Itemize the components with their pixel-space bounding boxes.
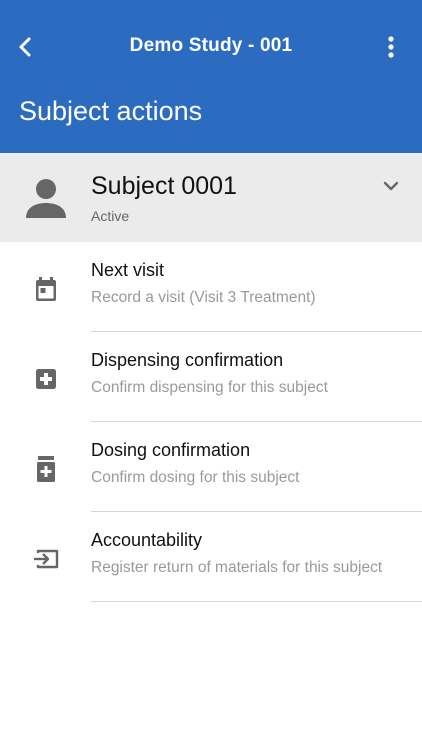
subject-card[interactable]: Subject 0001 Active [0, 153, 422, 242]
chevron-down-icon[interactable] [380, 175, 402, 197]
more-options-button[interactable] [376, 31, 406, 63]
action-accountability[interactable]: Accountability Register return of materi… [0, 512, 422, 602]
input-return-icon [32, 545, 60, 573]
action-title: Dispensing confirmation [91, 350, 284, 370]
toolbar-title: Demo Study - 001 [129, 35, 293, 56]
action-next-visit[interactable]: Next visit Record a visit (Visit 3 Treat… [0, 242, 422, 332]
app-bar: Demo Study - 001 Subject actions [0, 0, 422, 153]
action-title: Next visit [91, 260, 165, 280]
action-list: Next visit Record a visit (Visit 3 Treat… [0, 242, 422, 602]
more-vert-icon [388, 36, 394, 58]
medication-bottle-icon [32, 455, 60, 483]
action-subtitle: Register return of materials for this su… [91, 559, 383, 576]
action-subtitle: Record a visit (Visit 3 Treatment) [91, 289, 316, 306]
page-title: Subject actions [19, 96, 203, 126]
person-icon [26, 179, 66, 218]
action-dosing-confirmation[interactable]: Dosing confirmation Confirm dosing for t… [0, 422, 422, 512]
medical-plus-icon [32, 365, 60, 393]
subject-status: Active [91, 208, 130, 224]
subject-name: Subject 0001 [91, 172, 237, 200]
action-subtitle: Confirm dispensing for this subject [91, 379, 328, 396]
action-subtitle: Confirm dosing for this subject [91, 469, 300, 486]
divider [91, 601, 422, 602]
action-dispensing-confirmation[interactable]: Dispensing confirmation Confirm dispensi… [0, 332, 422, 422]
action-title: Dosing confirmation [91, 440, 251, 460]
action-title: Accountability [91, 530, 203, 550]
calendar-icon [32, 275, 60, 303]
